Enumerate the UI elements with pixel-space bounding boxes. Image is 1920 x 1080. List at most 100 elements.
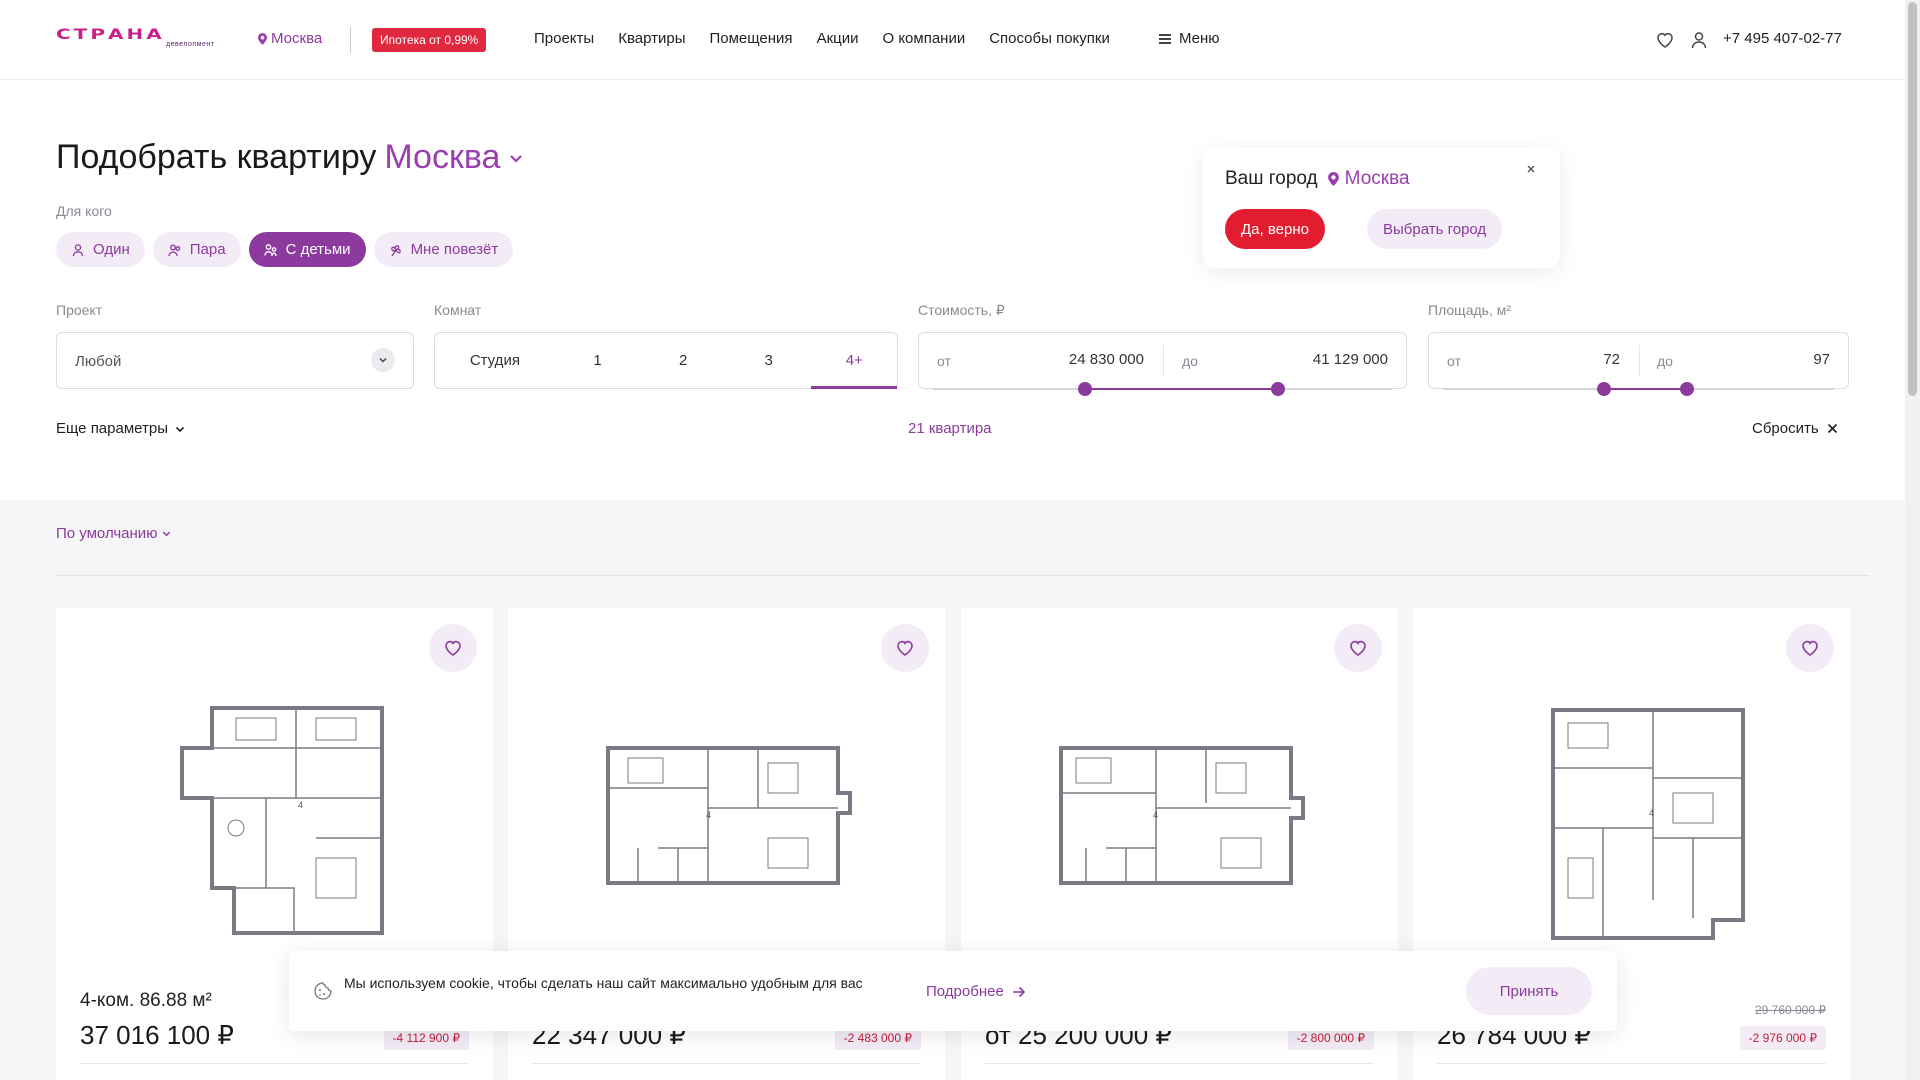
price-range: от 24 830 000 до 41 129 000 <box>918 332 1407 396</box>
project-select[interactable]: Любой <box>56 332 414 389</box>
heart-icon <box>1802 640 1818 656</box>
reset-label: Сбросить <box>1752 420 1819 437</box>
city-detected-name: Москва <box>1344 168 1410 189</box>
phone-number[interactable]: +7 495 407-02-77 <box>1723 30 1842 47</box>
hamburger-icon <box>1159 33 1171 44</box>
svg-text:4: 4 <box>298 800 303 810</box>
page-title: Подобрать квартиру Москва <box>56 138 524 177</box>
couple-icon <box>168 244 181 256</box>
chip-label: Один <box>93 241 130 258</box>
favorites-heart-icon[interactable] <box>1655 30 1675 50</box>
menu-button[interactable]: Меню <box>1159 30 1220 47</box>
area-slider-min-handle[interactable] <box>1597 382 1611 396</box>
area-from-input[interactable]: 72 <box>1603 351 1620 368</box>
user-profile-icon[interactable] <box>1689 30 1709 50</box>
chip-lucky[interactable]: Мне повезёт <box>373 232 514 267</box>
page: СТРАНА девелопмент Москва Ипотека от 0,9… <box>0 0 1920 1080</box>
heart-icon <box>1350 640 1366 656</box>
rooms-label: Комнат <box>434 302 482 318</box>
apartment-type: 4-ком. 86.88 м² <box>80 990 212 1011</box>
chip-label: Мне повезёт <box>410 241 499 258</box>
room-option-3[interactable]: 3 <box>726 333 812 388</box>
logo[interactable]: СТРАНА девелопмент <box>56 25 226 52</box>
city-detected: Москва <box>1327 168 1410 190</box>
nav-item-apartments[interactable]: Квартиры <box>618 30 685 47</box>
close-icon[interactable] <box>1524 162 1538 176</box>
add-to-favorites-button[interactable] <box>1334 624 1382 672</box>
nav-item-projects[interactable]: Проекты <box>534 30 594 47</box>
chevron-down-icon <box>371 348 395 372</box>
audience-chips: Один Пара С детьми Мне повезёт <box>56 232 514 267</box>
price-to-label: до <box>1182 353 1198 369</box>
room-option-studio[interactable]: Студия <box>435 333 555 388</box>
reset-filters-button[interactable]: Сбросить <box>1752 420 1838 437</box>
room-option-2[interactable]: 2 <box>640 333 726 388</box>
area-to-label: до <box>1657 353 1673 369</box>
project-select-value: Любой <box>75 353 122 370</box>
discount-badge: -2 976 000 ₽ <box>1739 1026 1826 1050</box>
chip-couple[interactable]: Пара <box>152 232 241 267</box>
divider <box>1437 1063 1826 1064</box>
choose-city-button[interactable]: Выбрать город <box>1367 209 1503 249</box>
heart-icon <box>445 640 461 656</box>
nav-item-about[interactable]: О компании <box>882 30 965 47</box>
price-from-input[interactable]: 24 830 000 <box>1069 351 1144 368</box>
audience-label: Для кого <box>56 203 112 219</box>
cookie-more-label: Подробнее <box>926 983 1004 1000</box>
cookie-more-link[interactable]: Подробнее <box>926 983 1026 1000</box>
header-city-label: Москва <box>271 30 323 47</box>
price-slider-min-handle[interactable] <box>1078 382 1092 396</box>
sort-label: По умолчанию <box>56 525 158 542</box>
header-city-selector[interactable]: Москва <box>258 30 322 47</box>
menu-label: Меню <box>1179 30 1220 47</box>
chip-single[interactable]: Один <box>56 232 145 267</box>
nav-item-premises[interactable]: Помещения <box>709 30 792 47</box>
area-to-input[interactable]: 97 <box>1813 351 1830 368</box>
price-slider-fill <box>1085 388 1278 390</box>
room-option-1[interactable]: 1 <box>555 333 641 388</box>
room-option-4plus[interactable]: 4+ <box>811 333 897 389</box>
project-label: Проект <box>56 302 103 318</box>
header-divider <box>350 27 351 53</box>
price-slider-max-handle[interactable] <box>1271 382 1285 396</box>
nav-item-promotions[interactable]: Акции <box>817 30 859 47</box>
logo-text: СТРАНА <box>56 25 165 43</box>
price-from-label: от <box>937 353 951 369</box>
svg-text:4: 4 <box>1649 808 1654 818</box>
area-slider-max-handle[interactable] <box>1680 382 1694 396</box>
page-title-text: Подобрать квартиру <box>56 138 377 176</box>
more-params-label: Еще параметры <box>56 420 168 437</box>
more-params-toggle[interactable]: Еще параметры <box>56 420 186 437</box>
divider <box>56 575 1869 576</box>
cookie-icon <box>314 982 332 1000</box>
chevron-down-icon <box>175 426 185 432</box>
price-to-input[interactable]: 41 129 000 <box>1313 351 1388 368</box>
chip-with-kids[interactable]: С детьми <box>248 232 366 267</box>
divider <box>80 1063 469 1064</box>
divider <box>985 1063 1374 1064</box>
page-scrollbar[interactable] <box>1905 0 1920 1080</box>
close-icon <box>1827 423 1837 434</box>
city-question: Ваш город Москва <box>1225 168 1410 190</box>
floor-plan-image: 4 <box>606 746 852 885</box>
add-to-favorites-button[interactable] <box>881 624 929 672</box>
location-pin-icon <box>258 32 267 45</box>
chevron-down-icon[interactable] <box>508 150 524 166</box>
confirm-city-button[interactable]: Да, верно <box>1225 209 1325 249</box>
person-icon <box>72 243 84 256</box>
scrollbar-thumb[interactable] <box>1908 2 1917 396</box>
title-city-selector[interactable]: Москва <box>384 138 500 177</box>
floor-plan-image: 4 <box>180 706 384 935</box>
add-to-favorites-button[interactable] <box>429 624 477 672</box>
accept-cookies-button[interactable]: Принять <box>1466 967 1592 1015</box>
city-question-text: Ваш город <box>1225 168 1318 189</box>
mortgage-promo-badge[interactable]: Ипотека от 0,99% <box>372 28 487 52</box>
nav-item-purchase-methods[interactable]: Способы покупки <box>989 30 1110 47</box>
cookie-message: Мы используем cookie, чтобы сделать наш … <box>344 975 863 991</box>
old-price: 29 760 000 ₽ <box>1754 1003 1826 1017</box>
chevron-down-icon <box>163 531 171 537</box>
chip-label: С детьми <box>285 241 351 258</box>
main-nav: Проекты Квартиры Помещения Акции О компа… <box>534 30 1110 47</box>
sort-select[interactable]: По умолчанию <box>56 525 172 542</box>
add-to-favorites-button[interactable] <box>1786 624 1834 672</box>
